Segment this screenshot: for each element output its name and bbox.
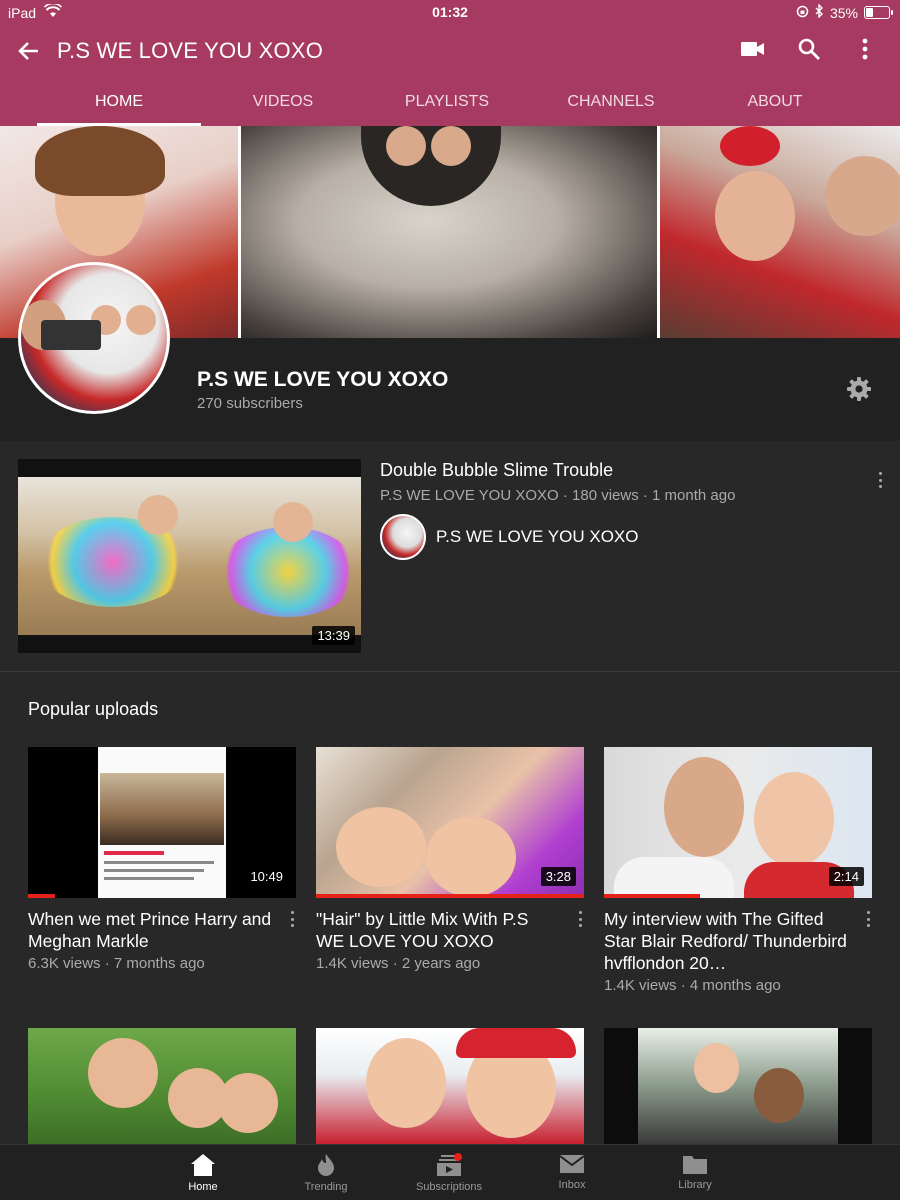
more-vert-icon[interactable] <box>852 36 878 62</box>
video-duration: 13:39 <box>312 626 355 645</box>
mail-icon <box>559 1155 585 1173</box>
video-thumbnail[interactable] <box>316 1028 584 1144</box>
nav-label: Inbox <box>558 1179 586 1191</box>
video-meta: 1.4K views · 2 years ago <box>316 955 481 972</box>
video-card[interactable]: 3:28 "Hair" by Little Mix With P.S WE LO… <box>316 747 584 972</box>
video-thumbnail[interactable] <box>604 1028 872 1144</box>
watch-progress <box>28 894 55 898</box>
video-thumbnail[interactable]: 10:49 <box>28 747 296 898</box>
featured-video: 13:39 Double Bubble Slime Trouble P.S WE… <box>0 441 900 672</box>
section-title: Popular uploads <box>28 699 159 719</box>
more-vert-icon[interactable] <box>876 470 884 490</box>
watch-progress <box>604 894 701 898</box>
nav-trending[interactable]: Trending <box>276 1153 376 1193</box>
video-thumbnail[interactable]: 3:28 <box>316 747 584 898</box>
nav-label: Home <box>188 1181 218 1193</box>
video-thumbnail[interactable] <box>28 1028 296 1144</box>
subscriptions-icon <box>437 1153 462 1176</box>
featured-thumbnail[interactable]: 13:39 <box>18 459 361 653</box>
subscriber-count: 270 subscribers <box>197 395 303 412</box>
home-icon <box>191 1154 215 1176</box>
video-meta: 6.3K views · 7 months ago <box>28 955 205 972</box>
rotation-lock-icon <box>796 5 809 21</box>
more-vert-icon[interactable] <box>576 909 584 929</box>
nav-label: Library <box>678 1179 712 1191</box>
battery-percent: 35% <box>829 4 858 21</box>
search-icon[interactable] <box>796 36 822 62</box>
featured-title[interactable]: Double Bubble Slime Trouble <box>380 460 613 481</box>
featured-owner[interactable]: P.S WE LOVE YOU XOXO <box>380 514 639 560</box>
video-card[interactable]: 2:14 My interview with The Gifted Star B… <box>604 747 872 994</box>
tab-about[interactable]: ABOUT <box>693 86 857 126</box>
video-duration: 2:14 <box>828 867 864 886</box>
nav-library[interactable]: Library <box>645 1153 745 1191</box>
video-card[interactable]: 10:49 When we met Prince Harry and Megha… <box>28 747 296 972</box>
video-camera-icon[interactable] <box>740 36 766 62</box>
banner-image-right <box>660 126 900 338</box>
featured-meta: P.S WE LOVE YOU XOXO · 180 views · 1 mon… <box>380 487 736 504</box>
gear-icon[interactable] <box>846 376 872 402</box>
tab-home[interactable]: HOME <box>37 86 201 126</box>
bluetooth-icon <box>815 3 824 21</box>
app-bar: P.S WE LOVE YOU XOXO HOME VIDEOS PLAYLIS… <box>0 26 900 126</box>
tab-videos[interactable]: VIDEOS <box>201 86 365 126</box>
flame-icon <box>318 1154 334 1176</box>
battery-icon <box>864 6 893 19</box>
video-meta: 1.4K views · 4 months ago <box>604 977 781 994</box>
status-bar: iPad 01:32 35% <box>0 0 900 26</box>
tab-channels[interactable]: CHANNELS <box>529 86 693 126</box>
nav-label: Trending <box>304 1181 348 1193</box>
avatar[interactable] <box>380 514 426 560</box>
channel-tabs: HOME VIDEOS PLAYLISTS CHANNELS ABOUT <box>0 86 900 126</box>
more-vert-icon[interactable] <box>288 909 296 929</box>
featured-owner-name: P.S WE LOVE YOU XOXO <box>436 527 639 546</box>
nav-home[interactable]: Home <box>153 1153 253 1193</box>
more-vert-icon[interactable] <box>864 909 872 929</box>
back-arrow-icon[interactable] <box>14 36 44 66</box>
channel-name: P.S WE LOVE YOU XOXO <box>197 368 449 391</box>
tab-playlists[interactable]: PLAYLISTS <box>365 86 529 126</box>
bottom-nav: Home Trending Subscriptions Inbox Librar… <box>0 1144 900 1200</box>
video-title[interactable]: My interview with The Gifted Star Blair … <box>604 908 872 974</box>
folder-icon <box>683 1156 707 1174</box>
nav-inbox[interactable]: Inbox <box>522 1153 622 1191</box>
clock: 01:32 <box>432 4 468 20</box>
video-duration: 10:49 <box>245 867 288 886</box>
watch-progress <box>316 894 584 898</box>
video-title[interactable]: When we met Prince Harry and Meghan Mark… <box>28 908 296 952</box>
video-thumbnail[interactable]: 2:14 <box>604 747 872 898</box>
channel-avatar[interactable] <box>18 262 170 414</box>
video-title[interactable]: "Hair" by Little Mix With P.S WE LOVE YO… <box>316 908 584 952</box>
video-duration: 3:28 <box>540 867 576 886</box>
app-root: iPad 01:32 35% P.S WE LOVE YOU XOXO HOME… <box>0 0 900 1200</box>
page-title: P.S WE LOVE YOU XOXO <box>57 38 324 63</box>
banner-image-center <box>241 126 657 338</box>
nav-subscriptions[interactable]: Subscriptions <box>399 1153 499 1193</box>
nav-label: Subscriptions <box>415 1181 483 1193</box>
